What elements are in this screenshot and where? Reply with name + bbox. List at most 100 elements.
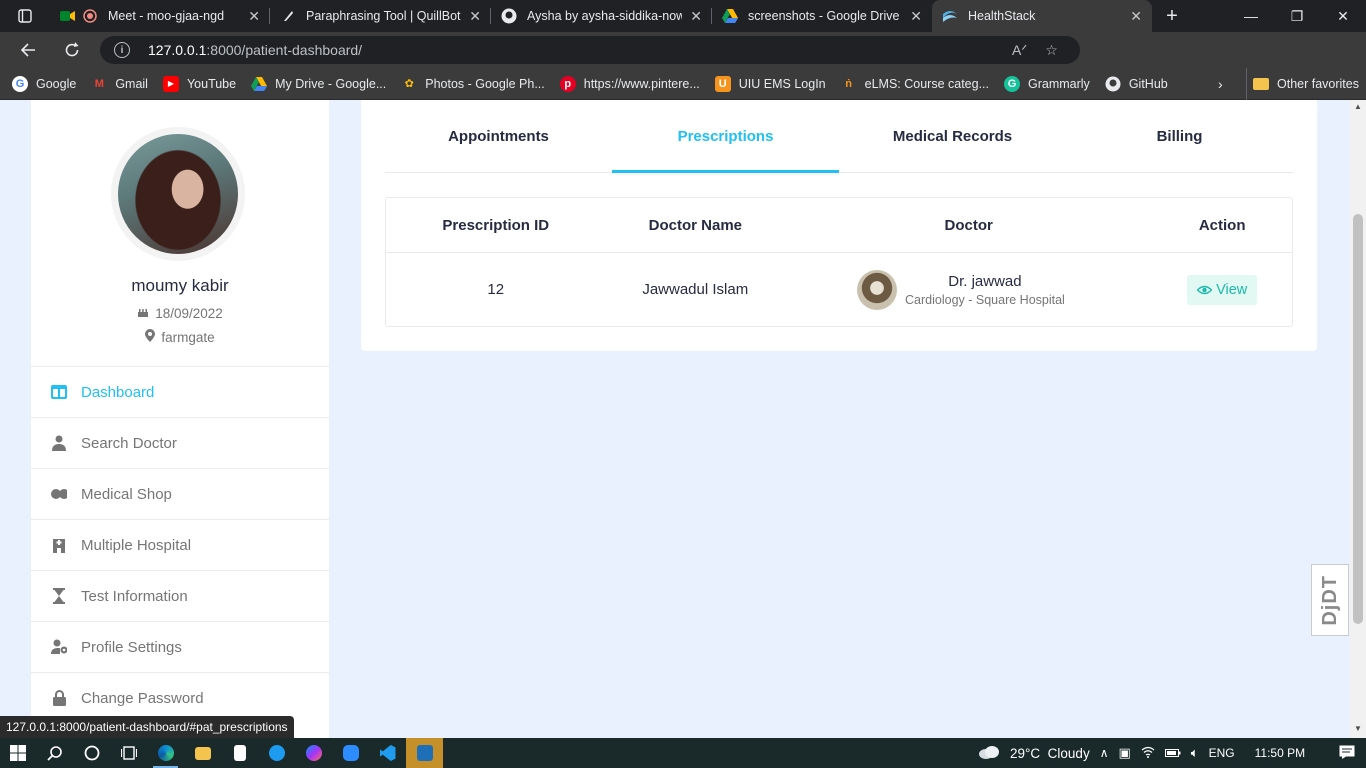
lock-icon [51,690,67,706]
weather-text[interactable]: 29°C Cloudy [1010,746,1090,761]
taskbar-file-explorer[interactable] [184,738,221,768]
sidebar-item-multiple-hospital[interactable]: Multiple Hospital [31,519,329,570]
minimize-icon[interactable]: — [1228,0,1274,32]
tab-prescriptions[interactable]: Prescriptions [612,100,839,173]
patient-location: farmgate [31,329,329,345]
sidebar-item-label: Multiple Hospital [81,536,192,554]
sidebar-item-dashboard[interactable]: Dashboard [31,366,329,417]
sidebar-item-profile-settings[interactable]: Profile Settings [31,621,329,672]
scroll-up-icon[interactable]: ▲ [1354,102,1362,111]
bookmark-photos[interactable]: ✿ Photos - Google Ph... [401,76,545,92]
close-icon[interactable]: ✕ [690,8,702,25]
chevron-right-icon[interactable]: › [1218,68,1223,100]
page-scrollbar[interactable]: ▲ ▼ [1350,100,1366,738]
taskbar-zoom[interactable] [332,738,369,768]
tab-appointments[interactable]: Appointments [385,100,612,172]
taskbar-vscode[interactable] [369,738,406,768]
pills-icon [51,486,67,502]
close-icon[interactable]: ✕ [910,8,922,25]
taskbar-twitter[interactable] [258,738,295,768]
site-info-icon[interactable]: i [114,42,130,58]
django-debug-toolbar-handle[interactable]: DjDT [1311,564,1349,636]
action-center-icon[interactable]: ▣ [1119,745,1131,761]
browser-tab-github[interactable]: Aysha by aysha-siddika-nowshin ✕ [491,0,712,32]
other-favorites[interactable]: Other favorites [1246,68,1359,100]
sidebar-item-search-doctor[interactable]: Search Doctor [31,417,329,468]
doctor-name-cell: Jawwadul Islam [642,281,749,298]
battery-icon[interactable] [1164,746,1181,761]
view-button-label: View [1216,281,1248,298]
browser-tab-meet[interactable]: Meet - moo-gjaa-ngd ✕ [50,0,270,32]
sidebar-item-test-information[interactable]: Test Information [31,570,329,621]
close-icon[interactable]: ✕ [248,8,260,25]
user-cog-icon [51,639,67,655]
bookmark-label: UIU EMS LogIn [738,76,826,91]
meet-icon [60,8,76,24]
clock[interactable]: 11:50 PM [1255,746,1305,760]
bookmark-youtube[interactable]: ▶ YouTube [162,75,236,92]
tab-actions-button[interactable] [0,0,50,32]
bookmark-uiu-ems[interactable]: U UIU EMS LogIn [714,75,826,92]
read-aloud-icon[interactable]: Aᐟ [1012,42,1027,59]
add-favorite-icon[interactable]: ☆ [1045,42,1058,59]
browser-tab-quillbot[interactable]: Paraphrasing Tool | QuillBot AI ✕ [270,0,491,32]
bookmark-elms[interactable]: ṅ eLMS: Course categ... [841,76,989,92]
refresh-icon[interactable] [52,32,92,68]
back-icon[interactable] [8,32,48,68]
bookmark-gmail[interactable]: M Gmail [91,76,148,92]
doctor-cell[interactable]: Dr. jawwad Cardiology - Square Hospital [785,269,1152,310]
browser-tab-bar: Meet - moo-gjaa-ngd ✕ Paraphrasing Tool … [0,0,1366,32]
url-path: :8000/patient-dashboard/ [206,42,363,58]
search-button[interactable] [36,738,73,768]
healthstack-icon [942,8,958,24]
map-marker-icon [145,329,156,345]
new-tab-button[interactable]: + [1152,5,1192,28]
restore-icon[interactable]: ❐ [1274,0,1320,32]
notifications-icon[interactable] [1339,745,1355,762]
bookmark-label: Photos - Google Ph... [425,76,545,91]
folder-icon [1253,78,1269,90]
doctor-display-name[interactable]: Dr. jawwad [905,273,1065,290]
close-window-icon[interactable]: ✕ [1320,0,1366,32]
bookmark-google[interactable]: G Google [12,75,76,92]
doctor-info: Dr. jawwad Cardiology - Square Hospital [905,273,1065,307]
taskbar-photos[interactable] [406,738,443,768]
close-icon[interactable]: ✕ [469,8,481,25]
scrollbar-thumb[interactable] [1353,214,1363,624]
close-icon[interactable]: ✕ [1130,8,1142,25]
zoom-icon [342,745,359,761]
task-view-button[interactable] [110,738,147,768]
volume-icon[interactable]: 🔈︎ [1191,745,1199,761]
search-icon [46,746,62,761]
taskbar-edge[interactable] [147,738,184,768]
taskbar-notepad[interactable] [221,738,258,768]
windows-taskbar: 29°C Cloudy ∧ ▣ 🔈︎ ENG 11:50 PM [0,738,1366,768]
tab-medical-records[interactable]: Medical Records [839,100,1066,172]
tab-billing[interactable]: Billing [1066,100,1293,172]
browser-tab-drive[interactable]: screenshots - Google Drive ✕ [712,0,932,32]
weather-cloud-icon [978,745,1000,762]
scroll-down-icon[interactable]: ▼ [1354,724,1362,733]
bookmark-pinterest[interactable]: p https://www.pintere... [559,75,700,92]
language-indicator[interactable]: ENG [1209,746,1235,760]
bookmark-grammarly[interactable]: G Grammarly [1004,75,1090,92]
tab-title: Aysha by aysha-siddika-nowshin [527,9,683,23]
view-prescription-button[interactable]: View [1187,274,1258,305]
bookmark-my-drive[interactable]: My Drive - Google... [251,76,386,92]
doctor-avatar[interactable] [857,269,898,310]
column-header-doctor: Doctor [944,216,993,234]
browser-tab-healthstack[interactable]: HealthStack ✕ [932,0,1152,32]
address-bar[interactable]: i 127.0.0.1:8000/patient-dashboard/ [100,36,1080,64]
bookmark-github[interactable]: GitHub [1105,76,1168,92]
patient-name: moumy kabir [131,276,229,295]
taskbar-messenger[interactable] [295,738,332,768]
cortana-button[interactable] [73,738,110,768]
sidebar-item-label: Test Information [81,587,188,605]
github-icon [501,8,517,24]
chevron-up-icon[interactable]: ∧ [1100,746,1109,760]
status-bar-url: 127.0.0.1:8000/patient-dashboard/#pat_pr… [0,716,294,738]
sidebar-item-medical-shop[interactable]: Medical Shop [31,468,329,519]
sidebar-item-label: Medical Shop [81,485,172,503]
wifi-icon[interactable] [1141,746,1155,761]
start-button[interactable] [0,738,36,768]
